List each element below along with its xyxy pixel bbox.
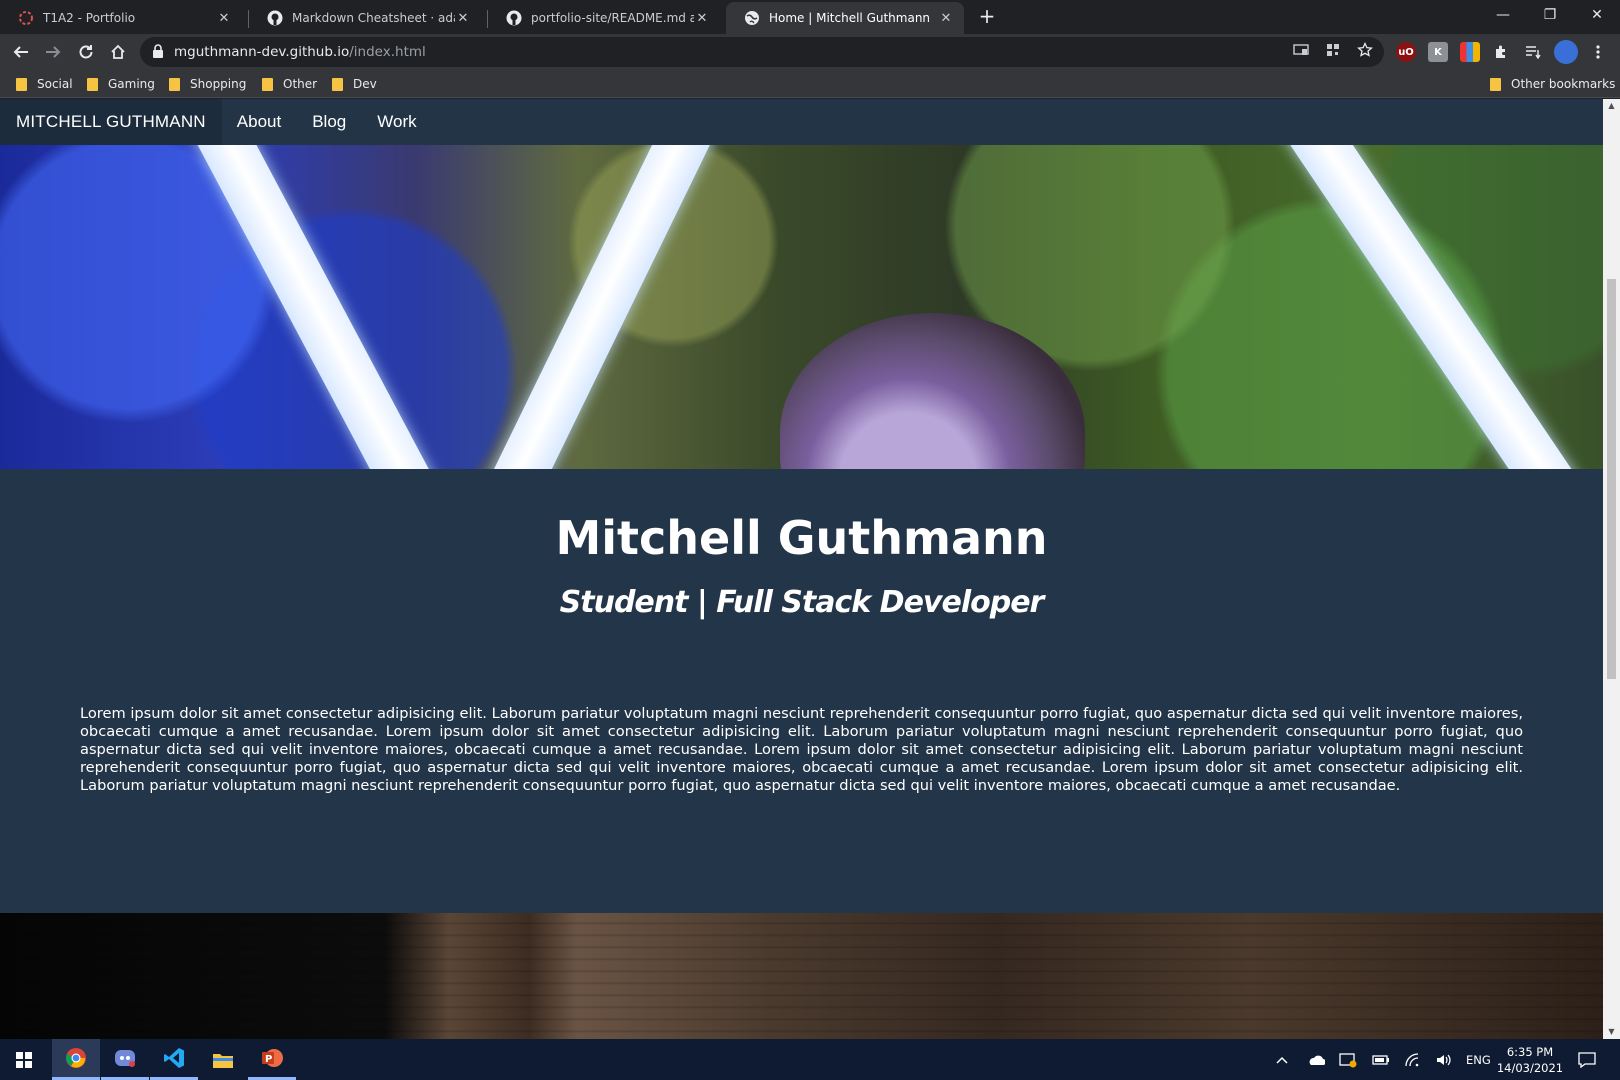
folder-icon [1490,77,1501,91]
tray-expand-icon[interactable] [1276,1039,1288,1080]
address-bar[interactable]: mguthmann-dev.github.io/index.html [140,37,1384,67]
minimize-icon[interactable]: — [1480,0,1526,30]
bookmark-star-icon[interactable] [1354,39,1376,61]
bookmark-dev[interactable]: Dev [332,75,377,93]
security-alert-icon[interactable] [1339,1039,1357,1080]
wood-background-image [0,913,1603,1039]
svg-text:P: P [265,1054,272,1065]
nav-link-blog[interactable]: Blog [312,112,346,132]
qr-code-icon[interactable] [1322,39,1344,61]
new-tab-button[interactable]: + [976,6,998,28]
chrome-icon[interactable] [52,1039,100,1080]
extension-cam-icon[interactable] [1460,42,1480,62]
scrollbar-thumb[interactable] [1607,279,1616,679]
battery-icon[interactable] [1372,1039,1390,1080]
page-viewport: MITCHELL GUTHMANN About Blog Work Mitche… [0,99,1603,1039]
url-host: mguthmann-dev.github.io [174,44,350,60]
bookmark-gaming[interactable]: Gaming [87,75,155,93]
page-subtitle: Student | Full Stack Developer [559,585,1045,620]
nav-link-work[interactable]: Work [377,112,416,132]
scroll-down-icon[interactable]: ▼ [1607,1027,1616,1036]
tab-home-active[interactable]: Home | Mitchell Guthmann ✕ [726,2,964,34]
discord-icon[interactable] [101,1039,149,1080]
back-icon[interactable] [8,39,34,65]
vscode-icon[interactable] [150,1039,198,1080]
tab-title: T1A2 - Portfolio [43,11,136,25]
folder-icon [169,77,180,91]
page-scrollbar[interactable]: ▲ ▼ [1603,99,1620,1039]
reading-list-icon[interactable] [1523,42,1543,62]
home-icon[interactable] [105,39,131,65]
tab-title: portfolio-site/README.md at ma [531,11,694,25]
bookmark-other[interactable]: Other [262,75,317,93]
wood-grain [0,913,1603,1039]
site-brand-link[interactable]: MITCHELL GUTHMANN [0,99,222,145]
notifications-icon[interactable] [1578,1039,1596,1080]
tab-portfolio[interactable]: T1A2 - Portfolio ✕ [0,2,242,34]
hero-photo [0,145,1603,469]
page-title: Mitchell Guthmann [555,511,1048,565]
volume-icon[interactable] [1436,1039,1452,1080]
tab-title: Markdown Cheatsheet · adam-p/ [292,11,455,25]
tab-readme[interactable]: portfolio-site/README.md at ma ✕ [488,2,720,34]
loading-spinner-icon [18,10,34,26]
extension-k-icon[interactable]: K [1428,42,1448,62]
url-path: /index.html [349,44,426,60]
puzzle-icon[interactable] [1491,42,1511,62]
taskbar: P ENG 6:35 PM 14/03/2021 [0,1039,1620,1080]
bookmark-shopping[interactable]: Shopping [169,75,246,93]
bookmark-label: Other bookmarks [1511,77,1616,91]
window-close-icon[interactable]: ✕ [1574,0,1620,30]
clock-time: 6:35 PM [1506,1045,1554,1059]
forward-icon[interactable] [40,39,66,65]
folder-icon [262,77,273,91]
bookmark-label: Gaming [108,77,155,91]
bookmark-label: Other [283,77,318,91]
file-explorer-icon[interactable] [199,1039,247,1080]
bookmarks-bar: Social Gaming Shopping Other Dev Other b… [0,70,1620,98]
close-icon[interactable]: ✕ [694,11,710,26]
bookmark-social[interactable]: Social [16,75,73,93]
github-icon [506,10,522,26]
onedrive-icon[interactable] [1307,1039,1325,1080]
powerpoint-icon[interactable]: P [248,1039,296,1080]
scroll-up-icon[interactable]: ▲ [1607,101,1616,110]
screen: T1A2 - Portfolio ✕ Markdown Cheatsheet ·… [0,0,1620,1080]
folder-icon [87,77,98,91]
close-icon[interactable]: ✕ [938,11,954,26]
tab-markdown-cheatsheet[interactable]: Markdown Cheatsheet · adam-p/ ✕ [249,2,481,34]
bookmark-label: Social [37,77,73,91]
language-indicator[interactable]: ENG [1466,1039,1491,1080]
close-icon[interactable]: ✕ [216,11,232,26]
cast-icon[interactable] [1290,39,1312,61]
ublock-icon[interactable]: uO [1396,42,1416,62]
bookmark-label: Dev [353,77,377,91]
github-icon [267,10,283,26]
chrome-menu-icon[interactable] [1588,42,1608,62]
windows-start-icon[interactable] [0,1039,48,1080]
browser-toolbar: mguthmann-dev.github.io/index.html uO K [0,34,1620,70]
intro-paragraph: Lorem ipsum dolor sit amet consectetur a… [80,705,1523,794]
globe-icon [744,10,760,26]
profile-avatar[interactable] [1554,40,1578,64]
wifi-icon[interactable] [1404,1039,1420,1080]
intro-section: Mitchell Guthmann Student | Full Stack D… [0,469,1603,913]
system-clock[interactable]: 6:35 PM 14/03/2021 [1494,1044,1566,1076]
close-icon[interactable]: ✕ [455,11,471,26]
folder-icon [16,77,27,91]
other-bookmarks[interactable]: Other bookmarks [1490,75,1615,93]
tab-title: Home | Mitchell Guthmann [769,11,931,25]
site-nav: MITCHELL GUTHMANN About Blog Work [0,99,1603,145]
tab-strip: T1A2 - Portfolio ✕ Markdown Cheatsheet ·… [0,0,1620,34]
bookmark-label: Shopping [190,77,247,91]
clock-date: 14/03/2021 [1496,1061,1564,1075]
restore-icon[interactable]: ❐ [1527,0,1573,30]
lock-icon [152,43,164,62]
folder-icon [332,77,343,91]
nav-link-about[interactable]: About [237,112,281,132]
reload-icon[interactable] [73,39,99,65]
